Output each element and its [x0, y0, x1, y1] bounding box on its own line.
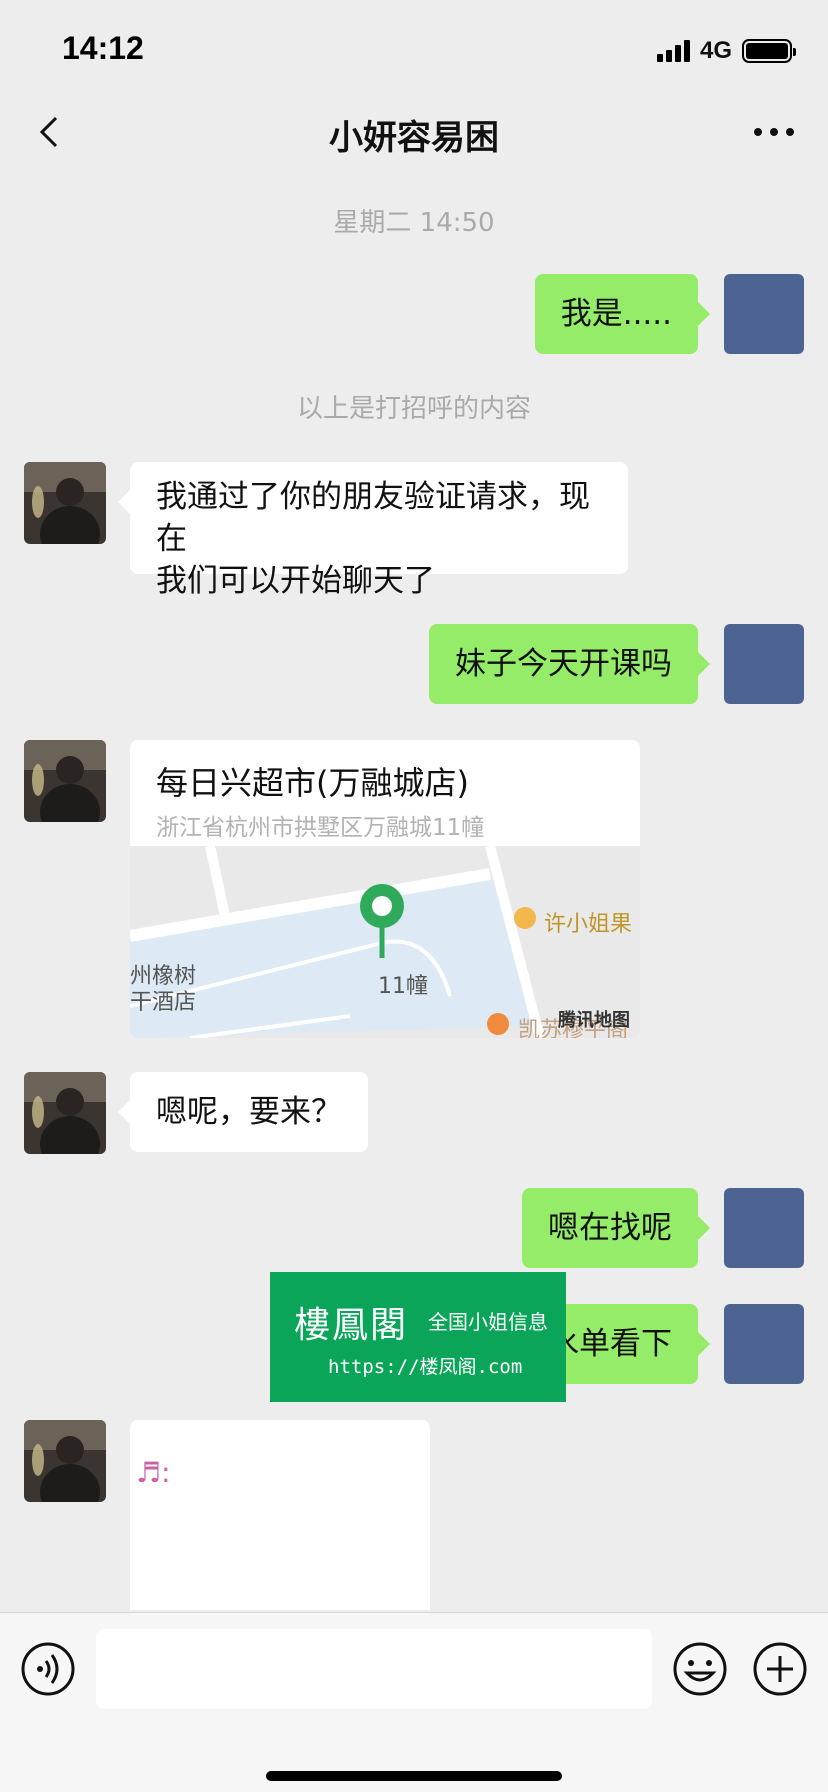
map-provider-logo: 腾讯地图 — [558, 1010, 630, 1031]
friend-avatar[interactable] — [24, 740, 106, 822]
avatar-photo — [24, 462, 106, 544]
nav-bar: 小妍容易困 — [0, 100, 828, 164]
self-avatar[interactable] — [724, 274, 804, 354]
message-text: 妹子今天开课吗 — [455, 646, 672, 682]
message-text: 嗯在找呢 — [548, 1210, 672, 1246]
map-building-label: 11幢 — [378, 974, 428, 999]
self-avatar[interactable] — [724, 624, 804, 704]
music-note-caption: ♬: — [136, 1456, 171, 1489]
location-message-card[interactable]: 每日兴超市(万融城店) 浙江省杭州市拱墅区万融城11幢 11幢 许小姐果 州橡树… — [130, 740, 640, 1038]
message-text-line: 我通过了你的朋友验证请求，现在 — [156, 479, 590, 557]
location-name: 每日兴超市(万融城店) — [156, 764, 469, 802]
message-bubble-friend[interactable]: 我通过了你的朋友验证请求，现在 我们可以开始聊天了 — [118, 462, 628, 599]
map-poi-label: 许小姐果 — [544, 912, 633, 937]
message-text: 我是..... — [560, 296, 672, 332]
signal-icon — [656, 40, 690, 62]
friend-avatar[interactable] — [24, 1420, 106, 1502]
system-note: 以上是打招呼的内容 — [296, 394, 531, 424]
voice-icon[interactable] — [20, 1641, 76, 1697]
status-bar: 14:12 4G — [0, 0, 828, 100]
friend-avatar[interactable] — [24, 1072, 106, 1154]
message-text-line: 我们可以开始聊天了 — [156, 563, 435, 599]
more-options-icon[interactable] — [750, 122, 798, 142]
emoji-icon[interactable] — [672, 1641, 728, 1697]
avatar-photo — [24, 1420, 106, 1502]
message-bubble-friend[interactable]: 嗯呢，要来？ — [118, 1072, 368, 1152]
message-bubble-self[interactable]: 我是..... — [534, 274, 711, 354]
status-time: 14:12 — [62, 30, 144, 66]
avatar-photo — [24, 740, 106, 822]
message-bubble-self[interactable]: 嗯在找呢 — [522, 1188, 710, 1268]
watermark-title: 樓鳳閣 — [294, 1305, 409, 1346]
network-type: 4G — [699, 37, 732, 64]
self-avatar[interactable] — [724, 1188, 804, 1268]
status-indicators: 4G — [656, 36, 796, 66]
self-avatar[interactable] — [724, 1304, 804, 1384]
battery-icon — [742, 39, 796, 63]
friend-avatar[interactable] — [24, 462, 106, 544]
image-message[interactable]: ♬: — [130, 1420, 430, 1610]
plus-icon[interactable] — [752, 1641, 808, 1697]
map-preview[interactable]: 11幢 许小姐果 州橡树 干酒店 凯苏穆平阁 腾讯地图 — [130, 844, 640, 1038]
watermark-subtitle: 全国小姐信息 — [428, 1310, 548, 1334]
watermark-url: https://楼凤阁.com — [328, 1356, 523, 1378]
map-left-label: 干酒店 — [130, 990, 197, 1015]
watermark-banner: 樓鳳閣 全国小姐信息 https://楼凤阁.com — [270, 1272, 566, 1402]
map-pin-icon — [360, 884, 404, 958]
input-bar — [0, 1612, 828, 1792]
home-indicator[interactable] — [266, 1771, 562, 1781]
chat-title: 小妍容易困 — [329, 118, 499, 158]
message-text: 嗯呢，要来？ — [156, 1094, 342, 1130]
avatar-photo — [24, 1072, 106, 1154]
message-timestamp: 星期二 14:50 — [333, 208, 495, 238]
message-input[interactable] — [96, 1629, 652, 1709]
location-address: 浙江省杭州市拱墅区万融城11幢 — [156, 815, 485, 841]
message-bubble-self[interactable]: 妹子今天开课吗 — [429, 624, 710, 704]
